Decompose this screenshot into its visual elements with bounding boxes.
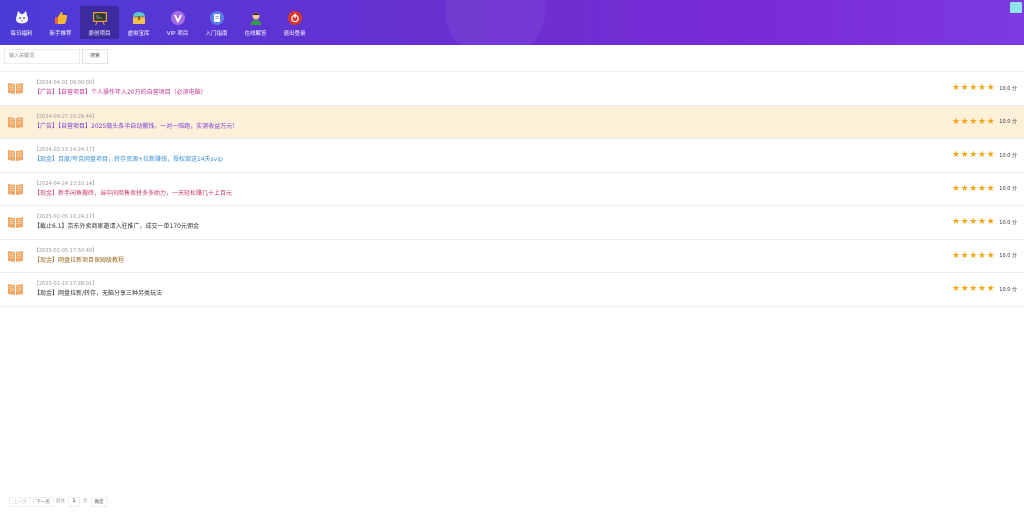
item-score: 10.0 分 bbox=[999, 253, 1017, 259]
page-number-input[interactable]: 1 bbox=[68, 497, 80, 507]
cat-face-icon bbox=[14, 10, 30, 26]
item-score: 10.0 分 bbox=[999, 152, 1017, 159]
open-book-icon bbox=[8, 284, 23, 295]
open-book-icon bbox=[8, 217, 23, 228]
nav-item-beginner-recommend[interactable]: 新手推荐 bbox=[41, 6, 80, 39]
nav-item-virtual-treasury[interactable]: 虚拟宝库 bbox=[119, 6, 158, 39]
item-title[interactable]: 【现金】百度/夸克网盘项目，转存资源+拉新赚钱，授权部送14天svip bbox=[34, 155, 223, 164]
main-nav: 每日福利 新手推荐 原创项目 虚拟宝库 VIP 项目 入门指南 在线解答 退出登… bbox=[2, 6, 314, 39]
list-item[interactable]: 【2024-04-01 09:00:00】 【广告】【自营项目】个人操作年入20… bbox=[0, 72, 1024, 106]
item-rating: ★★★★★ 10.0 分 bbox=[952, 150, 1017, 160]
nav-item-online-answers[interactable]: 在线解答 bbox=[236, 6, 275, 39]
open-book-icon bbox=[8, 83, 23, 94]
star-rating-icon: ★★★★★ bbox=[951, 284, 996, 294]
open-book-icon bbox=[8, 150, 23, 161]
blackboard-icon bbox=[92, 10, 108, 26]
guide-book-icon bbox=[209, 10, 225, 26]
item-rating: ★★★★★ 10.0 分 bbox=[952, 184, 1017, 194]
nav-label: VIP 项目 bbox=[166, 31, 189, 37]
nav-label: 原创项目 bbox=[88, 31, 111, 37]
item-date: 【2024-09-27 20:26:44】 bbox=[34, 113, 98, 120]
search-bar: 输入关键词 搜索 bbox=[0, 45, 1024, 68]
item-rating: ★★★★★ 10.0 分 bbox=[952, 217, 1017, 227]
star-rating-icon: ★★★★★ bbox=[951, 250, 996, 261]
item-rating: ★★★★★ 10.0 分 bbox=[952, 251, 1017, 261]
nav-label: 新手推荐 bbox=[49, 31, 72, 37]
open-book-icon bbox=[8, 116, 23, 128]
item-title[interactable]: 【广告】【自营项目】2025做头条半自动搬钱，一对一陪跑，实测收益万元！ bbox=[34, 122, 238, 131]
open-book-icon bbox=[8, 183, 23, 195]
item-title[interactable]: 【广告】【自营项目】个人操作年入20万的自营项目（必须电脑） bbox=[34, 88, 207, 97]
item-date: 【2024-03-13 14:24:17】 bbox=[34, 147, 98, 153]
treasure-chest-icon bbox=[131, 10, 147, 26]
list-item[interactable]: 【2024-04-24 23:10:14】 【现金】新手闲鱼搬砖，当中间商售卖拼… bbox=[0, 173, 1024, 206]
list-item[interactable]: 【2025-02-05 17:50:49】 【现金】网盘拉新项目保姆级教程 ★★… bbox=[0, 240, 1024, 273]
thumbs-up-icon bbox=[53, 10, 69, 26]
pagination: 上一页 下一页 前往 1 页 确定 bbox=[9, 497, 110, 507]
list-item[interactable]: 【2025-01-10 17:28:01】 【现金】网盘拉新/转存，无脑分享三种… bbox=[0, 273, 1024, 307]
support-person-icon bbox=[248, 10, 264, 26]
nav-label: 在线解答 bbox=[244, 31, 267, 37]
decorative-glow bbox=[445, 0, 545, 45]
item-rating: ★★★★★ 10.0 分 bbox=[952, 284, 1017, 294]
item-date: 【2025-02-05 17:50:49】 bbox=[34, 247, 98, 254]
nav-label: 每日福利 bbox=[10, 31, 33, 37]
star-rating-icon: ★★★★★ bbox=[951, 116, 996, 127]
item-title[interactable]: 【现金】网盘拉新项目保姆级教程 bbox=[34, 256, 124, 265]
list-item[interactable]: 【2024-09-27 20:26:44】 【广告】【自营项目】2025做头条半… bbox=[0, 105, 1024, 139]
list-item[interactable]: 【2025-02-05 10:24:17】 【截止6.1】京东外卖商家邀请入驻推… bbox=[0, 206, 1024, 240]
theme-skin-icon[interactable] bbox=[1010, 2, 1022, 13]
item-score: 10.0 分 bbox=[999, 219, 1017, 226]
nav-label: 入门指南 bbox=[205, 31, 228, 37]
top-navigation-bar: 每日福利 新手推荐 原创项目 虚拟宝库 VIP 项目 入门指南 在线解答 退出登… bbox=[0, 0, 1024, 45]
nav-item-vip-projects[interactable]: VIP 项目 bbox=[158, 6, 197, 39]
search-button[interactable]: 搜索 bbox=[82, 49, 108, 64]
item-score: 10.0 分 bbox=[999, 286, 1017, 293]
item-date: 【2024-04-01 09:00:00】 bbox=[34, 80, 98, 86]
nav-item-beginner-guide[interactable]: 入门指南 bbox=[197, 6, 236, 39]
star-rating-icon: ★★★★★ bbox=[951, 83, 996, 93]
nav-item-logout[interactable]: 退出登录 bbox=[275, 6, 314, 39]
item-score: 10.0 分 bbox=[999, 186, 1017, 192]
item-title[interactable]: 【现金】新手闲鱼搬砖，当中间商售卖拼多多助力，一天轻松赚几十上百元 bbox=[34, 189, 232, 198]
next-page-button[interactable]: 下一页 bbox=[32, 497, 54, 507]
item-date: 【2025-02-05 10:24:17】 bbox=[34, 214, 98, 220]
star-rating-icon: ★★★★★ bbox=[951, 217, 996, 227]
item-rating: ★★★★★ 10.0 分 bbox=[952, 117, 1017, 127]
page-unit-label: 页 bbox=[83, 499, 88, 504]
open-book-icon bbox=[8, 250, 23, 262]
star-rating-icon: ★★★★★ bbox=[951, 183, 996, 194]
confirm-page-button[interactable]: 确定 bbox=[90, 497, 108, 507]
power-off-icon bbox=[287, 10, 303, 26]
prev-page-button[interactable]: 上一页 bbox=[9, 497, 31, 507]
item-date: 【2024-04-24 23:10:14】 bbox=[34, 180, 98, 187]
nav-label: 虚拟宝库 bbox=[127, 31, 150, 37]
search-input[interactable]: 输入关键词 bbox=[4, 49, 80, 64]
nav-label: 退出登录 bbox=[283, 31, 306, 37]
goto-label: 前往 bbox=[56, 499, 65, 504]
item-score: 10.0 分 bbox=[999, 119, 1017, 125]
project-list: 【2024-04-01 09:00:00】 【广告】【自营项目】个人操作年入20… bbox=[0, 71, 1024, 307]
vip-icon bbox=[170, 10, 186, 26]
item-title[interactable]: 【截止6.1】京东外卖商家邀请入驻推广，成交一单170元佣金 bbox=[34, 222, 199, 231]
item-score: 10.0 分 bbox=[999, 85, 1017, 92]
nav-item-original-projects[interactable]: 原创项目 bbox=[80, 6, 119, 39]
star-rating-icon: ★★★★★ bbox=[951, 150, 996, 160]
list-item[interactable]: 【2024-03-13 14:24:17】 【现金】百度/夸克网盘项目，转存资源… bbox=[0, 139, 1024, 173]
item-title[interactable]: 【现金】网盘拉新/转存，无脑分享三种另类玩法 bbox=[34, 289, 162, 298]
nav-item-daily-welfare[interactable]: 每日福利 bbox=[2, 6, 41, 39]
item-date: 【2025-01-10 17:28:01】 bbox=[34, 281, 98, 287]
item-rating: ★★★★★ 10.0 分 bbox=[952, 83, 1017, 93]
